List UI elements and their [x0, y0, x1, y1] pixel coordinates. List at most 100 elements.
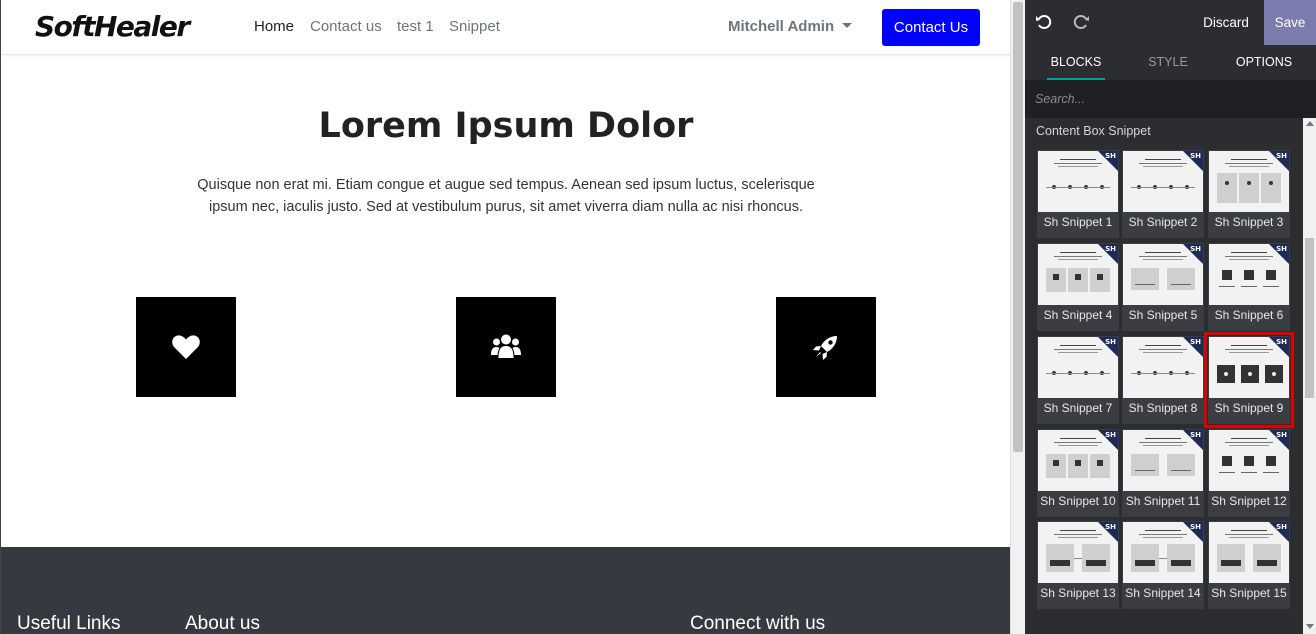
thumb-block — [1068, 268, 1088, 292]
thumb-line — [1139, 534, 1187, 535]
snippet-thumbnail: SH — [1209, 151, 1289, 212]
thumb-line — [1139, 163, 1187, 164]
snippet-thumbnail: SH — [1038, 430, 1118, 491]
thumb-line — [1054, 256, 1102, 257]
nav-link-test[interactable]: test 1 — [397, 18, 434, 35]
nav-link-snippet[interactable]: Snippet — [449, 18, 500, 35]
sh-badge-text: SH — [1105, 152, 1116, 160]
thumb-line — [1145, 438, 1181, 439]
thumb-line — [1139, 442, 1187, 443]
page-scrollbar-thumb[interactable] — [1013, 2, 1023, 452]
sh-badge-text: SH — [1190, 152, 1201, 160]
thumb-block — [1239, 173, 1259, 203]
feature-box-users[interactable] — [456, 297, 556, 397]
thumb-line — [1225, 256, 1273, 257]
feature-box-rocket[interactable] — [776, 297, 876, 397]
snippet-card[interactable]: SH Sh Snippet 5 — [1122, 243, 1204, 331]
user-menu[interactable]: Mitchell Admin — [728, 18, 853, 35]
thumb-dark — [1097, 460, 1103, 466]
user-name: Mitchell Admin — [728, 18, 835, 35]
snippet-card[interactable]: SH Sh Snippet 8 — [1122, 336, 1204, 424]
snippet-panel-scrollbar[interactable] — [1303, 118, 1316, 634]
thumb-line — [1060, 438, 1096, 439]
snippet-scrollbar-thumb[interactable] — [1305, 238, 1314, 398]
editor-tabs: BLOCKS STYLE OPTIONS — [1025, 45, 1316, 80]
snippet-thumbnail: SH — [1123, 244, 1203, 305]
snippet-card[interactable]: SH Sh Snippet 9 — [1204, 332, 1294, 428]
thumb-line — [1060, 345, 1096, 346]
thumb-line — [1171, 284, 1191, 285]
site-logo[interactable]: SoftHealer — [35, 9, 190, 45]
snippet-card[interactable]: SH Sh Snippet 12 — [1208, 429, 1290, 517]
thumb-line — [1054, 534, 1102, 535]
snippet-card[interactable]: SH Sh Snippet 2 — [1122, 150, 1204, 238]
feature-box-heart[interactable] — [136, 297, 236, 397]
discard-button[interactable]: Discard — [1197, 0, 1255, 45]
snippet-label: Sh Snippet 1 — [1043, 215, 1113, 229]
snippet-card[interactable]: SH Sh Snippet 15 — [1208, 521, 1290, 609]
thumb-dark — [1075, 460, 1081, 466]
thumb-block — [1082, 544, 1110, 572]
thumb-line — [1143, 537, 1183, 538]
thumb-block — [1217, 173, 1237, 203]
thumb-line — [1263, 472, 1279, 473]
snippet-thumbnail: SH — [1123, 430, 1203, 491]
sh-badge-text: SH — [1276, 523, 1287, 531]
save-button[interactable]: Save — [1264, 0, 1316, 45]
thumb-line — [1171, 470, 1191, 471]
thumb-line — [1143, 166, 1183, 167]
scroll-down-arrow-icon[interactable] — [1306, 624, 1314, 629]
tab-style[interactable]: STYLE — [1145, 45, 1191, 80]
thumb-dot — [1225, 181, 1229, 185]
sh-badge-text: SH — [1190, 245, 1201, 253]
thumb-block — [1046, 454, 1066, 478]
page-scrollbar[interactable] — [1010, 0, 1025, 634]
snippet-card[interactable]: SH Sh Snippet 6 — [1208, 243, 1290, 331]
site-navbar: SoftHealer Home Contact us test 1 Snippe… — [1, 0, 1010, 55]
snippet-thumbnail: SH — [1209, 430, 1289, 491]
thumb-dot — [1248, 372, 1252, 376]
nav-link-contact[interactable]: Contact us — [310, 18, 382, 35]
snippet-card[interactable]: SH Sh Snippet 10 — [1037, 429, 1119, 517]
thumb-dark — [1097, 274, 1103, 280]
thumb-line — [1241, 472, 1257, 473]
snippet-card[interactable]: SH Sh Snippet 7 — [1037, 336, 1119, 424]
thumb-line — [1054, 349, 1102, 350]
snippet-card[interactable]: SH Sh Snippet 3 — [1208, 150, 1290, 238]
thumb-dark — [1050, 560, 1070, 566]
sh-badge-text: SH — [1105, 338, 1116, 346]
tab-options[interactable]: OPTIONS — [1235, 45, 1293, 80]
snippet-card[interactable]: SH Sh Snippet 14 — [1122, 521, 1204, 609]
thumb-dark — [1053, 460, 1059, 466]
snippet-label: Sh Snippet 13 — [1040, 586, 1116, 600]
thumb-block — [1167, 268, 1195, 290]
hero-text: Quisque non erat mi. Etiam congue et aug… — [197, 177, 815, 215]
snippet-card[interactable]: SH Sh Snippet 11 — [1122, 429, 1204, 517]
snippet-card[interactable]: SH Sh Snippet 4 — [1037, 243, 1119, 331]
thumb-line — [1139, 349, 1187, 350]
sh-badge-text: SH — [1105, 431, 1116, 439]
thumb-block — [1253, 544, 1281, 572]
snippet-card[interactable]: SH Sh Snippet 1 — [1037, 150, 1119, 238]
thumb-line — [1058, 166, 1098, 167]
sh-badge-text: SH — [1105, 523, 1116, 531]
snippet-thumbnail: SH — [1038, 151, 1118, 212]
site-footer: Useful Links About us Connect with us — [1, 547, 1010, 634]
heart-icon — [172, 335, 200, 359]
thumb-dark — [1222, 270, 1232, 280]
sh-badge-text: SH — [1190, 338, 1201, 346]
nav-link-home[interactable]: Home — [254, 18, 294, 35]
thumb-line — [1135, 284, 1155, 285]
snippet-label: Sh Snippet 5 — [1128, 308, 1198, 322]
undo-icon[interactable] — [1035, 13, 1053, 31]
thumb-line — [1054, 442, 1102, 443]
redo-icon[interactable] — [1072, 13, 1090, 31]
thumb-line — [1225, 163, 1273, 164]
snippet-card[interactable]: SH Sh Snippet 13 — [1037, 521, 1119, 609]
scroll-up-arrow-icon[interactable] — [1306, 121, 1314, 126]
thumb-line — [1231, 345, 1267, 346]
sh-badge-text: SH — [1276, 338, 1287, 346]
contact-us-button[interactable]: Contact Us — [882, 9, 980, 46]
tab-blocks[interactable]: BLOCKS — [1047, 45, 1105, 80]
snippet-search-input[interactable] — [1025, 80, 1316, 118]
